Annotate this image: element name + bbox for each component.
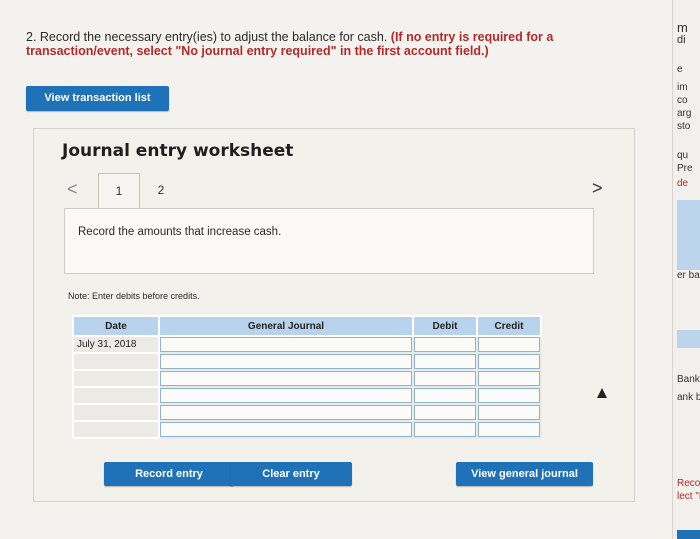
account-input[interactable] — [158, 386, 414, 405]
debit-input[interactable] — [412, 386, 478, 405]
tab-1[interactable]: 1 — [98, 173, 140, 210]
tab-2[interactable]: 2 — [146, 173, 176, 207]
account-input[interactable] — [158, 369, 414, 388]
sidebar-fragment: qu — [677, 150, 689, 161]
debit-input[interactable] — [412, 352, 478, 371]
date-cell — [72, 386, 160, 405]
debit-input[interactable] — [412, 369, 478, 388]
credit-input[interactable] — [476, 369, 542, 388]
sidebar-fragment: er ba — [677, 270, 700, 281]
table-row — [72, 403, 542, 422]
credit-input[interactable] — [476, 403, 542, 422]
sidebar-blue-block — [677, 330, 700, 348]
journal-entry-worksheet: Journal entry worksheet < 1 2 > Record t… — [33, 128, 635, 502]
view-transaction-list-button[interactable]: View transaction list — [26, 86, 169, 111]
header-credit: Credit — [476, 315, 542, 337]
table-row — [72, 386, 542, 405]
view-general-journal-button[interactable]: View general journal — [456, 462, 593, 486]
date-cell — [72, 369, 160, 388]
sidebar-fragment: Record — [677, 478, 700, 489]
clear-entry-button[interactable]: Clear entry — [230, 462, 352, 486]
sidebar-fragment: Pre — [677, 163, 693, 174]
account-input[interactable] — [158, 403, 414, 422]
credit-input[interactable] — [476, 386, 542, 405]
header-general-journal: General Journal — [158, 315, 414, 337]
sidebar-button-edge — [677, 530, 700, 539]
mouse-cursor-icon — [597, 388, 607, 398]
prev-arrow-icon[interactable]: < — [67, 179, 78, 200]
worksheet-title: Journal entry worksheet — [62, 141, 294, 161]
main-panel: 2. Record the necessary entry(ies) to ad… — [0, 0, 672, 539]
question-text: 2. Record the necessary entry(ies) to ad… — [26, 30, 626, 58]
date-cell: July 31, 2018 — [72, 335, 160, 354]
account-input[interactable] — [158, 335, 414, 354]
debit-credit-note: Note: Enter debits before credits. — [68, 291, 200, 301]
debit-input[interactable] — [412, 420, 478, 439]
account-input[interactable] — [158, 420, 414, 439]
background-page-strip: m di e im co arg sto qu Pre de er ba Ban… — [672, 0, 700, 539]
account-input[interactable] — [158, 352, 414, 371]
sidebar-fragment: ank ba — [677, 392, 700, 403]
date-cell — [72, 352, 160, 371]
date-cell — [72, 420, 160, 439]
instruction-text: Record the amounts that increase cash. — [78, 226, 282, 238]
debit-input[interactable] — [412, 403, 478, 422]
credit-input[interactable] — [476, 335, 542, 354]
instruction-box: Record the amounts that increase cash. — [64, 208, 594, 274]
credit-input[interactable] — [476, 420, 542, 439]
sidebar-fragment: im — [677, 82, 688, 93]
table-row — [72, 352, 542, 371]
question-lead: 2. Record the necessary entry(ies) to ad… — [26, 30, 388, 44]
journal-table: Date General Journal Debit Credit July 3… — [72, 315, 542, 439]
sidebar-fragment: e — [677, 64, 683, 75]
sidebar-fragment: co — [677, 95, 688, 106]
table-row — [72, 369, 542, 388]
debit-input[interactable] — [412, 335, 478, 354]
sidebar-fragment: m — [677, 20, 688, 35]
header-date: Date — [72, 315, 160, 337]
sidebar-blue-block — [677, 200, 700, 270]
date-cell — [72, 403, 160, 422]
sidebar-fragment: Bank — [677, 374, 700, 385]
header-debit: Debit — [412, 315, 478, 337]
table-header-row: Date General Journal Debit Credit — [72, 315, 542, 337]
sidebar-fragment: lect "N — [677, 491, 700, 502]
sidebar-fragment: arg — [677, 108, 692, 119]
record-entry-button[interactable]: Record entry — [104, 462, 234, 486]
sidebar-fragment: sto — [677, 121, 691, 132]
credit-input[interactable] — [476, 352, 542, 371]
sidebar-fragment: di — [677, 34, 686, 46]
sidebar-fragment: de — [677, 178, 689, 189]
table-row — [72, 420, 542, 439]
next-arrow-icon[interactable]: > — [592, 178, 603, 199]
table-row: July 31, 2018 — [72, 335, 542, 354]
